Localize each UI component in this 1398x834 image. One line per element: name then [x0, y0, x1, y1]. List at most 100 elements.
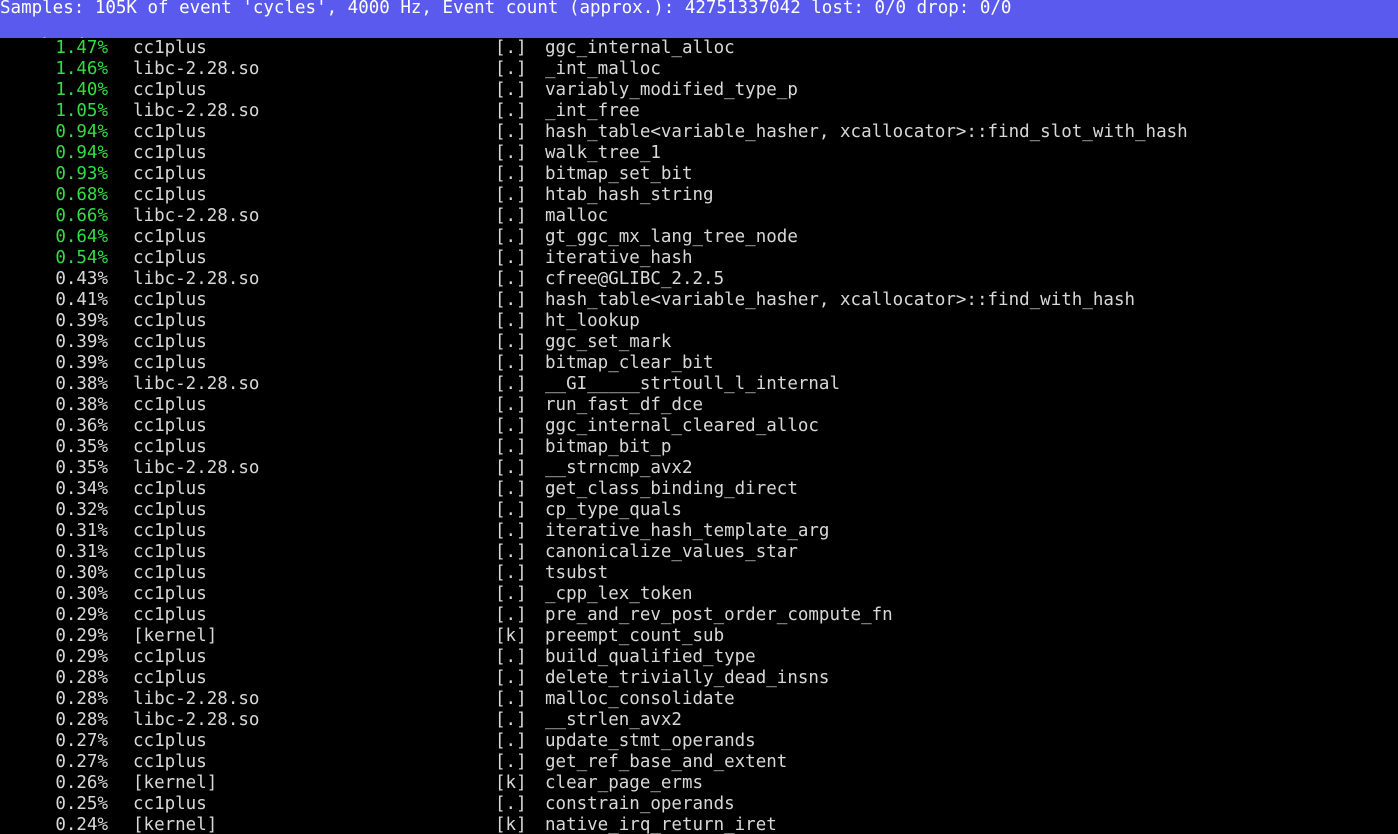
- table-row[interactable]: 0.27% cc1plus [.] update_stmt_operands: [0, 731, 1398, 752]
- symbol-level-marker: [.]: [495, 689, 527, 709]
- table-row[interactable]: 0.36% cc1plus [.] ggc_internal_cleared_allo…: [0, 416, 1398, 437]
- symbol-name: iterative_hash: [545, 248, 693, 268]
- symbol-name: _int_free: [545, 101, 640, 121]
- symbol-name: _cpp_lex_token: [545, 584, 693, 604]
- table-row[interactable]: 0.38% cc1plus [.] run_fast_df_dce: [0, 395, 1398, 416]
- symbol-name: __strncmp_avx2: [545, 458, 693, 478]
- symbol-level-marker: [.]: [495, 101, 527, 121]
- shared-object-name: cc1plus: [133, 437, 207, 457]
- symbol-level-marker: [.]: [495, 59, 527, 79]
- table-row[interactable]: 0.68% cc1plus [.] htab_hash_string: [0, 185, 1398, 206]
- symbol-level-marker: [.]: [495, 647, 527, 667]
- shared-object-name: libc-2.28.so: [133, 269, 260, 289]
- shared-object-name: [kernel]: [133, 626, 218, 646]
- table-row[interactable]: 0.29% [kernel] [k] preempt_count_sub: [0, 626, 1398, 647]
- symbol-level-marker: [.]: [495, 227, 527, 247]
- symbol-level-marker: [.]: [495, 332, 527, 352]
- table-row[interactable]: 0.26% [kernel] [k] clear_page_erms: [0, 773, 1398, 794]
- table-row[interactable]: 0.54% cc1plus [.] iterative_hash: [0, 248, 1398, 269]
- symbol-level-marker: [.]: [495, 80, 527, 100]
- symbol-level-marker: [.]: [495, 542, 527, 562]
- shared-object-name: cc1plus: [133, 311, 207, 331]
- shared-object-name: libc-2.28.so: [133, 59, 260, 79]
- symbol-level-marker: [.]: [495, 311, 527, 331]
- table-row[interactable]: 0.24% [kernel] [k] native_irq_return_iret: [0, 815, 1398, 834]
- symbol-name: htab_hash_string: [545, 185, 714, 205]
- symbol-name: walk_tree_1: [545, 143, 661, 163]
- table-row[interactable]: 1.46% libc-2.28.so [.] _int_malloc: [0, 59, 1398, 80]
- table-row[interactable]: 0.35% cc1plus [.] bitmap_bit_p: [0, 437, 1398, 458]
- table-row[interactable]: 1.40% cc1plus [.] variably_modified_type_p: [0, 80, 1398, 101]
- shared-object-name: libc-2.28.so: [133, 101, 260, 121]
- table-row[interactable]: 0.31% cc1plus [.] canonicalize_values_star: [0, 542, 1398, 563]
- table-row[interactable]: 0.34% cc1plus [.] get_class_binding_direct: [0, 479, 1398, 500]
- table-row[interactable]: 0.29% cc1plus [.] build_qualified_type: [0, 647, 1398, 668]
- symbol-level-marker: [.]: [495, 794, 527, 814]
- table-row[interactable]: 0.27% cc1plus [.] get_ref_base_and_extent: [0, 752, 1398, 773]
- overhead-percent: 0.28%: [55, 710, 108, 730]
- overhead-percent: 1.47%: [55, 38, 108, 58]
- shared-object-name: cc1plus: [133, 500, 207, 520]
- table-row[interactable]: 0.66% libc-2.28.so [.] malloc: [0, 206, 1398, 227]
- symbol-level-marker: [.]: [495, 185, 527, 205]
- overhead-percent: 0.35%: [55, 458, 108, 478]
- overhead-percent: 0.28%: [55, 689, 108, 709]
- symbol-level-marker: [.]: [495, 374, 527, 394]
- table-row[interactable]: 0.29% cc1plus [.] pre_and_rev_post_order_co…: [0, 605, 1398, 626]
- symbol-level-marker: [.]: [495, 353, 527, 373]
- symbol-level-marker: [.]: [495, 479, 527, 499]
- table-row[interactable]: 0.93% cc1plus [.] bitmap_set_bit: [0, 164, 1398, 185]
- shared-object-name: cc1plus: [133, 332, 207, 352]
- shared-object-name: cc1plus: [133, 122, 207, 142]
- table-row[interactable]: 0.31% cc1plus [.] iterative_hash_template_a…: [0, 521, 1398, 542]
- symbol-level-marker: [k]: [495, 815, 527, 834]
- table-row[interactable]: 1.05% libc-2.28.so [.] _int_free: [0, 101, 1398, 122]
- shared-object-name: [kernel]: [133, 815, 218, 834]
- shared-object-name: libc-2.28.so: [133, 374, 260, 394]
- table-row[interactable]: 0.28% libc-2.28.so [.] malloc_consolidate: [0, 689, 1398, 710]
- shared-object-name: [kernel]: [133, 773, 218, 793]
- table-row[interactable]: 0.30% cc1plus [.] _cpp_lex_token: [0, 584, 1398, 605]
- table-row[interactable]: 0.38% libc-2.28.so [.] __GI_____strtoull_l_…: [0, 374, 1398, 395]
- table-row[interactable]: 0.94% cc1plus [.] walk_tree_1: [0, 143, 1398, 164]
- shared-object-name: cc1plus: [133, 416, 207, 436]
- table-row[interactable]: 0.39% cc1plus [.] ggc_set_mark: [0, 332, 1398, 353]
- symbol-name: _int_malloc: [545, 59, 661, 79]
- symbol-name: update_stmt_operands: [545, 731, 756, 751]
- symbol-name: variably_modified_type_p: [545, 80, 798, 100]
- shared-object-name: cc1plus: [133, 353, 207, 373]
- symbol-name: __strlen_avx2: [545, 710, 682, 730]
- table-row[interactable]: 0.64% cc1plus [.] gt_ggc_mx_lang_tree_node: [0, 227, 1398, 248]
- table-row[interactable]: 0.39% cc1plus [.] bitmap_clear_bit: [0, 353, 1398, 374]
- table-row[interactable]: 0.35% libc-2.28.so [.] __strncmp_avx2: [0, 458, 1398, 479]
- symbol-name: gt_ggc_mx_lang_tree_node: [545, 227, 798, 247]
- symbol-level-marker: [.]: [495, 521, 527, 541]
- table-row[interactable]: 0.41% cc1plus [.] hash_table<variable_hashe…: [0, 290, 1398, 311]
- table-row[interactable]: 0.28% cc1plus [.] delete_trivially_dead_ins…: [0, 668, 1398, 689]
- overhead-percent: 0.26%: [55, 773, 108, 793]
- table-row[interactable]: 0.28% libc-2.28.so [.] __strlen_avx2: [0, 710, 1398, 731]
- symbol-name: clear_page_erms: [545, 773, 704, 793]
- table-row[interactable]: 0.32% cc1plus [.] cp_type_quals: [0, 500, 1398, 521]
- table-row[interactable]: 0.25% cc1plus [.] constrain_operands: [0, 794, 1398, 815]
- shared-object-name: cc1plus: [133, 605, 207, 625]
- table-row[interactable]: 0.39% cc1plus [.] ht_lookup: [0, 311, 1398, 332]
- symbol-name: cfree@GLIBC_2.2.5: [545, 269, 725, 289]
- perf-sample-list[interactable]: 1.47% cc1plus [.] ggc_internal_alloc 1.46% li…: [0, 38, 1398, 834]
- table-row[interactable]: 1.47% cc1plus [.] ggc_internal_alloc: [0, 38, 1398, 59]
- shared-object-name: cc1plus: [133, 290, 207, 310]
- symbol-level-marker: [.]: [495, 395, 527, 415]
- table-row[interactable]: 0.43% libc-2.28.so [.] cfree@GLIBC_2.2.5: [0, 269, 1398, 290]
- overhead-percent: 0.27%: [55, 752, 108, 772]
- symbol-level-marker: [.]: [495, 668, 527, 688]
- overhead-percent: 0.38%: [55, 374, 108, 394]
- symbol-name: canonicalize_values_star: [545, 542, 798, 562]
- table-row[interactable]: 0.30% cc1plus [.] tsubst: [0, 563, 1398, 584]
- shared-object-name: cc1plus: [133, 143, 207, 163]
- symbol-level-marker: [.]: [495, 206, 527, 226]
- shared-object-name: cc1plus: [133, 668, 207, 688]
- symbol-name: preempt_count_sub: [545, 626, 725, 646]
- symbol-name: bitmap_set_bit: [545, 164, 693, 184]
- symbol-name: ggc_internal_cleared_alloc: [545, 416, 819, 436]
- table-row[interactable]: 0.94% cc1plus [.] hash_table<variable_hashe…: [0, 122, 1398, 143]
